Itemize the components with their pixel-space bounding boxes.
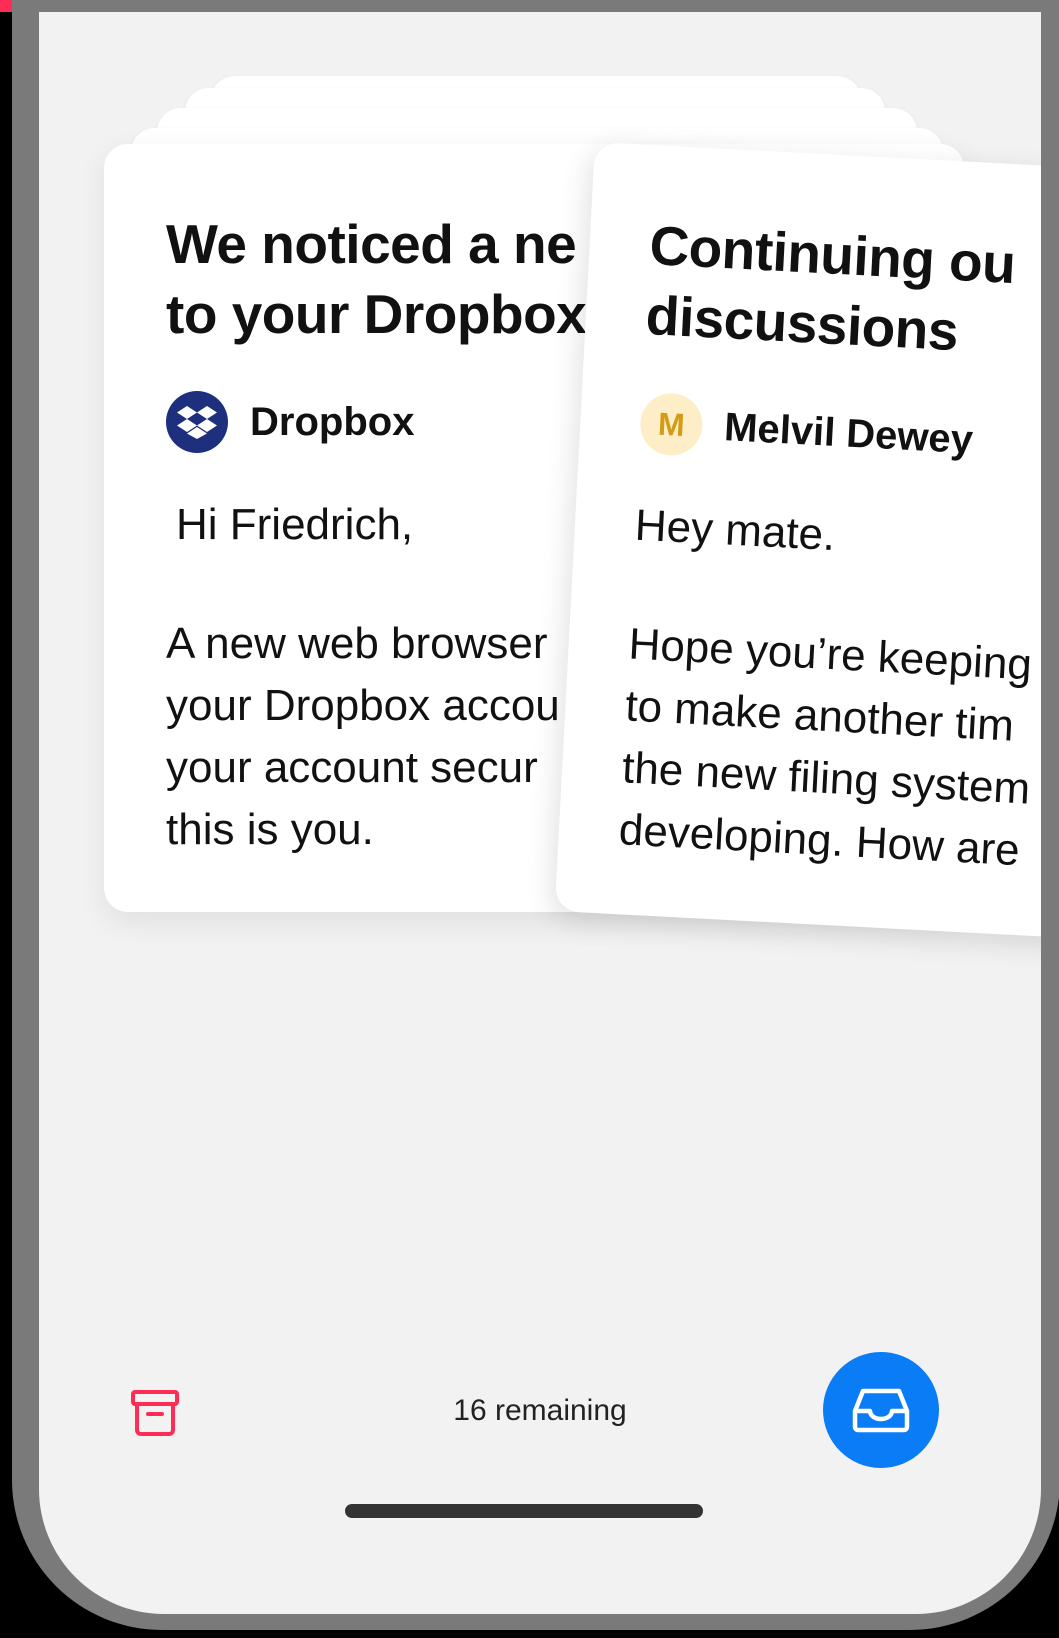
inbox-tray-icon <box>852 1388 910 1433</box>
subject-line-2: discussions <box>644 283 960 363</box>
email-body: Hope you’re keeping to make another tim … <box>617 613 1041 908</box>
home-indicator[interactable] <box>345 1504 703 1518</box>
dropbox-logo-icon <box>166 391 228 453</box>
inbox-button[interactable] <box>823 1352 939 1468</box>
avatar: M <box>638 391 704 457</box>
sender-name: Melvil Dewey <box>723 404 975 462</box>
email-subject: Continuing ou discussions <box>644 210 1041 397</box>
mail-triage-screen: We noticed a ne to your Dropbox Dropbox … <box>39 12 1041 1614</box>
sender-row: M Melvil Dewey <box>638 391 1041 501</box>
bottom-action-bar: 16 remaining <box>39 1352 1041 1482</box>
email-greeting: Hey mate. <box>633 500 837 561</box>
app-screen: We noticed a ne to your Dropbox Dropbox … <box>0 0 1059 1638</box>
sender-name: Dropbox <box>250 399 415 444</box>
email-card-melvil-dewey[interactable]: Continuing ou discussions M Melvil Dewey… <box>554 142 1041 941</box>
